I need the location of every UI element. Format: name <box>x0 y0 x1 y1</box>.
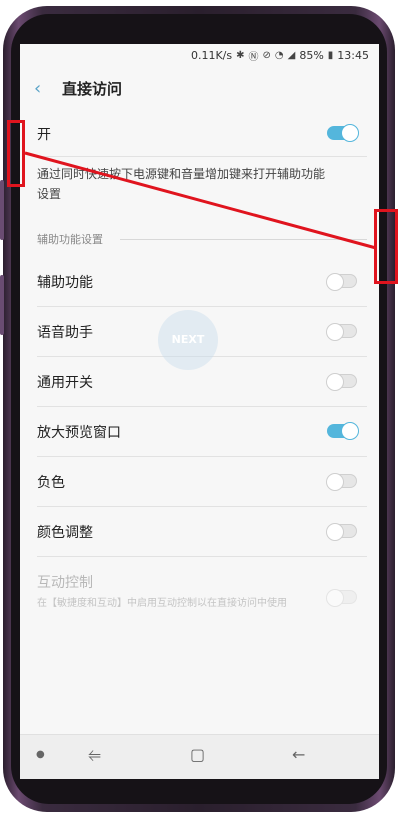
list-item-accessibility[interactable]: 辅助功能 <box>20 256 379 306</box>
nfc-icon: Ⓝ <box>248 51 259 63</box>
highlight-box-left <box>7 120 25 187</box>
divider <box>37 156 367 157</box>
section-divider <box>120 239 367 240</box>
list-item-label: 负色 <box>37 475 65 491</box>
toggle-switch[interactable] <box>326 523 357 541</box>
volume-button[interactable] <box>0 275 4 335</box>
toggle-switch[interactable] <box>326 373 357 391</box>
master-toggle-row[interactable]: 开 <box>20 110 379 156</box>
page-title: 直接访问 <box>62 79 123 98</box>
description-text: 通过同时快速按下电源键和音量增加键来打开辅助功能设置 <box>37 167 326 201</box>
toggle-switch[interactable] <box>326 273 357 291</box>
home-icon[interactable]: ▢ <box>190 745 205 764</box>
toggle-switch[interactable] <box>327 422 359 440</box>
highlight-box-right <box>374 209 398 284</box>
toggle-switch[interactable] <box>326 323 357 341</box>
master-toggle-label: 开 <box>37 127 51 143</box>
signal-icon: ◢ <box>287 49 296 61</box>
bixby-button[interactable] <box>0 180 4 240</box>
bluetooth-icon: ✱ <box>236 49 245 61</box>
watermark-logo: NEXT <box>158 310 218 370</box>
list-item-label: 通用开关 <box>37 375 93 391</box>
status-bar: 0.11K/s ✱ Ⓝ ⊘ ◔ ◢ 85% ▮ 13:45 <box>20 44 379 66</box>
master-toggle[interactable] <box>327 124 359 142</box>
toggle-switch <box>326 589 357 607</box>
wifi-icon: ◔ <box>274 49 284 61</box>
list-item-label: 互动控制 <box>37 575 93 591</box>
toggle-switch[interactable] <box>326 473 357 491</box>
app-header: ‹ 直接访问 <box>20 66 379 110</box>
dot-icon[interactable]: ● <box>36 749 45 760</box>
mute-icon: ⊘ <box>262 49 271 61</box>
list-item-interaction-control: 互动控制 在【敏捷度和互动】中启用互动控制以在直接访问中使用 <box>20 556 379 626</box>
chevron-left-icon[interactable]: ‹ <box>34 78 62 99</box>
list-item-label: 辅助功能 <box>37 275 93 291</box>
list-item-subtext: 在【敏捷度和互动】中启用互动控制以在直接访问中使用 <box>37 598 287 609</box>
clock: 13:45 <box>337 48 369 62</box>
network-speed: 0.11K/s <box>190 48 233 62</box>
list-item-label: 放大预览窗口 <box>37 425 121 441</box>
back-arrow-icon[interactable]: ← <box>292 745 305 764</box>
list-item-label: 颜色调整 <box>37 525 93 541</box>
screen: 0.11K/s ✱ Ⓝ ⊘ ◔ ◢ 85% ▮ 13:45 ‹ 直接访问 开 通… <box>20 44 379 779</box>
battery-level: 85% <box>299 48 324 62</box>
list-item-negative-colors[interactable]: 负色 <box>20 456 379 506</box>
section-header: 辅助功能设置 <box>37 233 103 246</box>
list-item-color-adjustment[interactable]: 颜色调整 <box>20 506 379 556</box>
recents-icon[interactable]: ⥢ <box>88 745 101 765</box>
battery-icon: ▮ <box>327 49 334 61</box>
list-item-label: 语音助手 <box>37 325 93 341</box>
list-item-magnifier-window[interactable]: 放大预览窗口 <box>20 406 379 456</box>
navigation-bar: ● ⥢ ▢ ← <box>20 734 379 779</box>
